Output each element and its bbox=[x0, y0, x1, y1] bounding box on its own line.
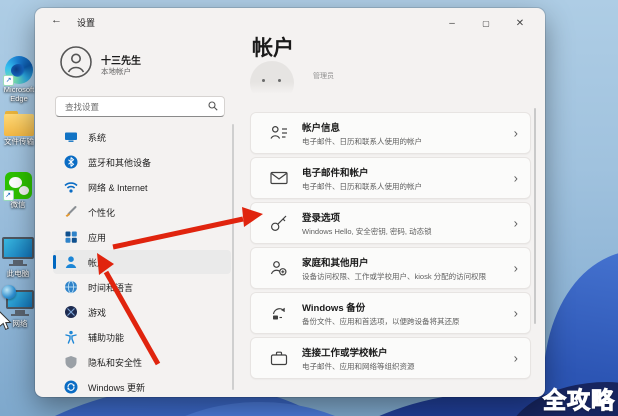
desktop-icon-label: 微信 bbox=[10, 200, 26, 209]
sidebar-item-label: 辅助功能 bbox=[88, 332, 125, 343]
row-subtitle: 设备访问权限、工作或学校用户、kiosk 分配的访问权限 bbox=[302, 271, 487, 281]
user-avatar-icon[interactable] bbox=[60, 46, 92, 78]
back-button[interactable]: ← bbox=[51, 14, 62, 26]
search-box[interactable] bbox=[55, 96, 225, 117]
chevron-right-icon: › bbox=[513, 260, 518, 276]
sidebar-item-personalization[interactable]: 个性化 bbox=[53, 200, 231, 224]
content-scrollbar[interactable] bbox=[534, 108, 536, 324]
close-button[interactable]: ✕ bbox=[503, 8, 537, 38]
profile-account-type: 本地帐户 bbox=[101, 67, 131, 76]
mouse-cursor bbox=[0, 311, 12, 331]
row-family-other-users[interactable]: 家庭和其他用户 设备访问权限、工作或学校用户、kiosk 分配的访问权限 › bbox=[250, 247, 531, 289]
sidebar-item-label: 个性化 bbox=[88, 207, 116, 218]
globe-icon bbox=[2, 285, 16, 299]
row-title: 帐户信息 bbox=[302, 122, 341, 134]
row-title: 登录选项 bbox=[302, 212, 341, 224]
sidebar-item-label: 网络 & Internet bbox=[88, 182, 148, 193]
apps-grid-icon bbox=[64, 230, 78, 244]
watermark-text: 全攻略 bbox=[543, 387, 615, 414]
wechat-icon: ↗ bbox=[2, 172, 32, 201]
row-title: Windows 备份 bbox=[302, 302, 366, 314]
sidebar-item-time-language[interactable]: 时间和语言 bbox=[53, 275, 231, 299]
row-title: 连接工作或学校帐户 bbox=[302, 347, 388, 359]
briefcase-icon bbox=[270, 351, 288, 366]
key-icon bbox=[270, 215, 287, 232]
sidebar-item-system[interactable]: 系统 bbox=[53, 125, 231, 149]
sidebar-item-accessibility[interactable]: 辅助功能 bbox=[53, 325, 231, 349]
desktop-icon-wechat[interactable]: ↗ 微信 bbox=[0, 172, 40, 210]
minimize-button[interactable]: – bbox=[435, 8, 469, 38]
desktop-icon-label: 此电脑 bbox=[6, 269, 30, 278]
chevron-right-icon: › bbox=[513, 215, 518, 231]
account-info-icon bbox=[270, 126, 287, 139]
chevron-right-icon: › bbox=[513, 350, 518, 366]
row-email-accounts[interactable]: 电子邮件和帐户 电子邮件、日历和联系人使用的帐户 › bbox=[250, 157, 531, 199]
row-subtitle: 电子邮件、日历和联系人使用的帐户 bbox=[302, 136, 422, 146]
sidebar-item-apps[interactable]: 应用 bbox=[53, 225, 231, 249]
wifi-icon bbox=[64, 180, 78, 194]
sidebar-item-label: 隐私和安全性 bbox=[88, 357, 143, 368]
shortcut-arrow-icon: ↗ bbox=[3, 75, 14, 86]
desktop-icon-label: 文件传输 bbox=[4, 137, 34, 146]
shortcut-arrow-icon: ↗ bbox=[2, 190, 14, 201]
sidebar-item-label: 应用 bbox=[88, 232, 107, 243]
sidebar-item-bluetooth[interactable]: 蓝牙和其他设备 bbox=[53, 150, 231, 174]
mail-icon bbox=[270, 171, 288, 185]
bluetooth-icon bbox=[64, 155, 78, 169]
row-work-school-account[interactable]: 连接工作或学校帐户 电子邮件、应用和网络等组织资源 › bbox=[250, 337, 531, 379]
sidebar-item-accounts[interactable]: 帐户 bbox=[53, 250, 231, 274]
sidebar-scrollbar[interactable] bbox=[232, 124, 234, 390]
search-icon bbox=[208, 101, 218, 111]
sidebar-item-gaming[interactable]: 游戏 bbox=[53, 300, 231, 324]
desktop-icon-this-pc[interactable]: 此电脑 bbox=[0, 237, 40, 279]
backup-sync-icon bbox=[272, 307, 286, 320]
sidebar-item-windows-update[interactable]: Windows 更新 bbox=[53, 375, 231, 397]
this-pc-monitor-icon bbox=[2, 237, 34, 259]
desktop-icon-label: 网络 bbox=[12, 319, 28, 328]
hero-avatar-fade bbox=[250, 82, 296, 96]
selected-accent-bar bbox=[53, 255, 56, 269]
search-input[interactable] bbox=[63, 98, 202, 115]
row-sign-in-options[interactable]: 登录选项 Windows Hello, 安全密钥, 密码, 动态锁 › bbox=[250, 202, 531, 244]
desktop-screen: ↗ Microsoft Edge 文件传输 ↗ 微信 此电脑 网络 ← 设置 – bbox=[0, 0, 618, 416]
row-title: 电子邮件和帐户 bbox=[302, 167, 369, 179]
settings-window: ← 设置 – ▢ ✕ 十三先生 本地帐户 查找设置 系统 蓝牙和其他设备 网络 … bbox=[35, 8, 545, 397]
personalization-brush-icon bbox=[64, 205, 78, 219]
sidebar-item-label: 蓝牙和其他设备 bbox=[88, 157, 152, 168]
sidebar-item-label: 帐户 bbox=[88, 257, 107, 268]
row-subtitle: 备份文件、应用和首选项，以便跨设备将其还原 bbox=[302, 316, 460, 326]
row-subtitle: 电子邮件、应用和网络等组织资源 bbox=[302, 361, 415, 371]
maximize-button[interactable]: ▢ bbox=[469, 8, 503, 38]
chevron-right-icon: › bbox=[513, 305, 518, 321]
window-title: 设置 bbox=[77, 18, 96, 28]
family-users-icon bbox=[270, 261, 287, 276]
sidebar-item-privacy[interactable]: 隐私和安全性 bbox=[53, 350, 231, 374]
gaming-xbox-icon bbox=[64, 305, 78, 319]
time-language-icon bbox=[64, 280, 78, 294]
accessibility-icon bbox=[64, 330, 78, 344]
row-account-info[interactable]: 帐户信息 电子邮件、日历和联系人使用的帐户 › bbox=[250, 112, 531, 154]
sidebar-item-network[interactable]: 网络 & Internet bbox=[53, 175, 231, 199]
folder-icon bbox=[4, 111, 34, 136]
sidebar-item-label: 系统 bbox=[88, 132, 107, 143]
edge-browser-icon: ↗ bbox=[3, 56, 33, 86]
chevron-right-icon: › bbox=[513, 170, 518, 186]
row-subtitle: 电子邮件、日历和联系人使用的帐户 bbox=[302, 181, 422, 191]
row-subtitle: Windows Hello, 安全密钥, 密码, 动态锁 bbox=[302, 226, 432, 236]
profile-name: 十三先生 bbox=[101, 56, 141, 67]
row-windows-backup[interactable]: Windows 备份 备份文件、应用和首选项，以便跨设备将其还原 › bbox=[250, 292, 531, 334]
row-title: 家庭和其他用户 bbox=[302, 257, 369, 269]
page-title: 帐户 bbox=[252, 37, 294, 60]
sidebar-item-label: Windows 更新 bbox=[88, 382, 146, 393]
admin-label: 管理员 bbox=[313, 73, 334, 80]
chevron-right-icon: › bbox=[513, 125, 518, 141]
sidebar-item-label: 时间和语言 bbox=[88, 282, 134, 293]
account-person-icon bbox=[64, 255, 78, 269]
sidebar-item-label: 游戏 bbox=[88, 307, 107, 318]
network-globe-icon bbox=[2, 285, 34, 309]
windows-update-icon bbox=[64, 380, 78, 394]
system-monitor-icon bbox=[64, 130, 78, 144]
privacy-shield-icon bbox=[64, 355, 78, 369]
